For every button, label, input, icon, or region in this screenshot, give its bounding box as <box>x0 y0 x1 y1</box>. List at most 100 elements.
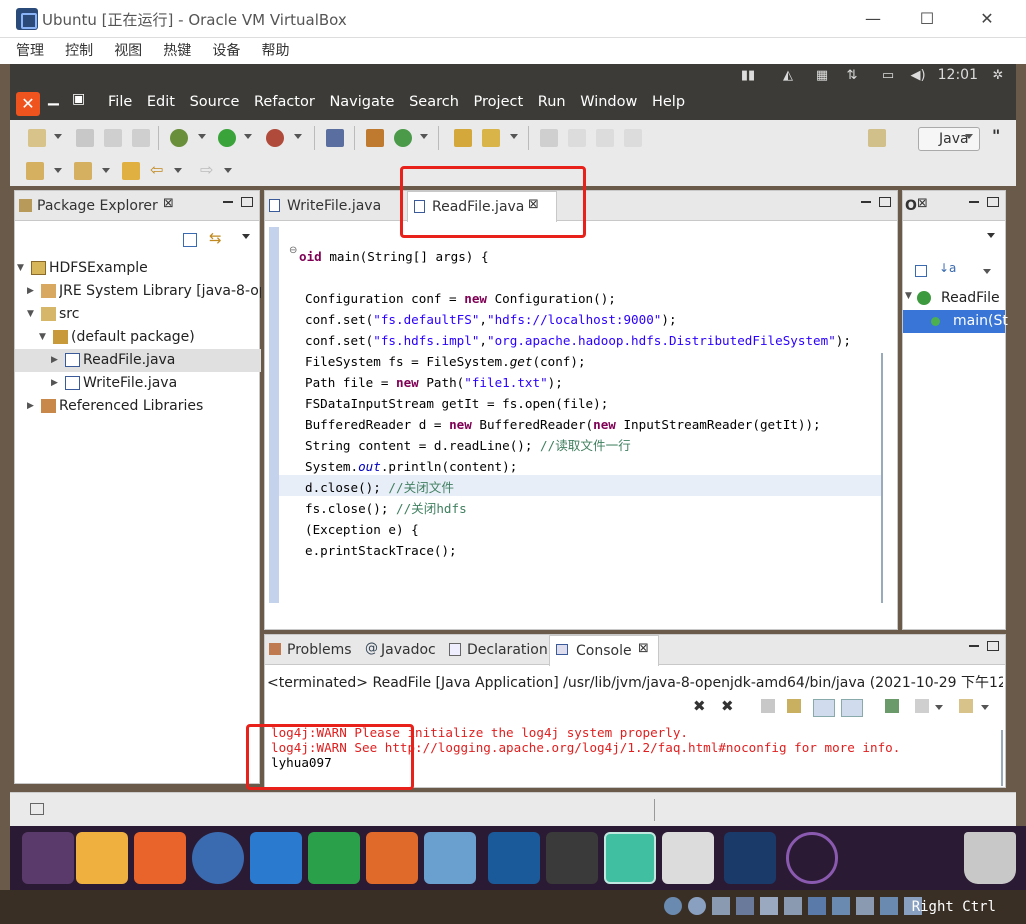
block-selection-icon[interactable] <box>596 129 614 147</box>
firefox-icon[interactable] <box>134 832 186 884</box>
open-console-icon[interactable] <box>959 699 973 713</box>
chevron-down-icon[interactable] <box>294 134 302 139</box>
files-icon[interactable] <box>76 832 128 884</box>
perspective-overflow-icon[interactable]: " <box>992 126 1000 145</box>
usb-icon[interactable] <box>760 897 778 915</box>
menu-file[interactable]: File <box>108 94 132 110</box>
minimize-view-icon[interactable] <box>861 201 871 203</box>
vbox-menu-item[interactable]: 控制 <box>65 38 93 64</box>
chromium-icon[interactable] <box>192 832 244 884</box>
menu-window[interactable]: Window <box>580 94 637 110</box>
battery-icon[interactable]: ▭ <box>876 68 900 84</box>
tree-item-project[interactable]: ▼ HDFSExample <box>15 257 261 280</box>
tree-item-referenced-libraries[interactable]: ▶ Referenced Libraries <box>15 395 261 418</box>
show-on-stderr-icon[interactable] <box>841 699 863 717</box>
vbox-menu-item[interactable]: 帮助 <box>261 38 289 64</box>
menu-edit[interactable]: Edit <box>147 94 175 110</box>
menu-help[interactable]: Help <box>652 94 685 110</box>
open-perspective-icon[interactable] <box>868 129 886 147</box>
terminate-icon[interactable]: ✖ <box>693 697 706 715</box>
outline-item-class[interactable]: ▼ ReadFile <box>903 287 1005 310</box>
new-java-project-icon[interactable] <box>366 129 384 147</box>
cpu-icon[interactable] <box>856 897 874 915</box>
volume-icon[interactable]: ◀) <box>910 68 926 84</box>
java-perspective-button[interactable]: Java <box>918 127 980 151</box>
tree-item-src[interactable]: ▼ src <box>15 303 261 326</box>
maximize-view-icon[interactable] <box>987 641 999 651</box>
tux-icon[interactable]: ◭ <box>780 68 796 84</box>
minimize-window-icon[interactable]: ▁ <box>48 90 59 106</box>
skip-breakpoints-icon[interactable] <box>326 129 344 147</box>
software-updater-icon[interactable] <box>604 832 656 884</box>
save-icon[interactable] <box>76 129 94 147</box>
libreoffice-writer-icon[interactable] <box>250 832 302 884</box>
optical-drive-icon[interactable] <box>688 897 706 915</box>
search-icon[interactable] <box>482 129 500 147</box>
previous-annotation-icon[interactable] <box>74 162 92 180</box>
maximize-icon[interactable]: ☐ <box>912 6 942 32</box>
tree-item-writefile[interactable]: ▶ WriteFile.java <box>15 372 261 395</box>
menu-refactor[interactable]: Refactor <box>254 94 315 110</box>
mouse-integration-icon[interactable] <box>880 897 898 915</box>
outline-item-method[interactable]: main(St <box>903 310 1008 333</box>
vbox-menu-item[interactable]: 设备 <box>212 38 240 64</box>
libreoffice-impress-icon[interactable] <box>366 832 418 884</box>
collapse-all-icon[interactable] <box>915 265 927 277</box>
trash-icon[interactable] <box>964 832 1016 884</box>
software-center-icon[interactable] <box>424 832 476 884</box>
new-java-class-icon[interactable] <box>394 129 412 147</box>
minimize-view-icon[interactable] <box>223 201 233 203</box>
chevron-down-icon[interactable] <box>54 134 62 139</box>
network-adapter-icon[interactable] <box>736 897 754 915</box>
open-type-icon[interactable] <box>454 129 472 147</box>
tab-javadoc[interactable]: Javadoc <box>381 642 436 658</box>
tree-item-default-package[interactable]: ▼ (default package) <box>15 326 261 349</box>
maximize-view-icon[interactable] <box>879 197 891 207</box>
panel-clock[interactable]: 12:01 <box>938 67 978 83</box>
view-menu-icon[interactable] <box>987 233 995 238</box>
chevron-down-icon[interactable] <box>54 168 62 173</box>
view-menu-icon[interactable] <box>242 234 250 239</box>
menu-search[interactable]: Search <box>409 94 459 110</box>
recording-icon[interactable] <box>832 897 850 915</box>
restore-window-icon[interactable]: ▣ <box>72 91 85 107</box>
eclipse-icon[interactable] <box>662 832 714 884</box>
workspace-switcher-icon[interactable] <box>724 832 776 884</box>
minimize-icon[interactable]: — <box>858 6 888 32</box>
chevron-down-icon[interactable] <box>244 134 252 139</box>
gear-icon[interactable]: ✲ <box>990 68 1006 84</box>
print-icon[interactable] <box>132 129 150 147</box>
vbox-menu-item[interactable]: 管理 <box>16 38 44 64</box>
close-tab-icon[interactable]: ⊠ <box>638 641 649 656</box>
tab-declaration[interactable]: Declaration <box>467 642 548 658</box>
last-edit-location-icon[interactable] <box>122 162 140 180</box>
tab-problems[interactable]: Problems <box>287 642 352 658</box>
package-explorer-tab[interactable]: Package Explorer <box>37 198 158 214</box>
chevron-down-icon[interactable] <box>965 134 973 139</box>
sort-icon[interactable]: ↓a <box>939 261 956 275</box>
run-icon[interactable] <box>218 129 236 147</box>
menu-run[interactable]: Run <box>538 94 566 110</box>
close-tab-icon[interactable]: ⊠ <box>917 196 928 211</box>
maximize-view-icon[interactable] <box>987 197 999 207</box>
chevron-down-icon[interactable] <box>420 134 428 139</box>
tab-writefile[interactable]: WriteFile.java <box>287 198 381 214</box>
chevron-down-icon[interactable] <box>224 168 232 173</box>
chevron-down-icon[interactable] <box>198 134 206 139</box>
back-arrow-icon[interactable]: ⇦ <box>150 160 163 179</box>
console-scrollbar[interactable] <box>1001 730 1003 786</box>
display-icon[interactable] <box>808 897 826 915</box>
updater-icon[interactable] <box>546 832 598 884</box>
keyboard-icon[interactable]: ▦ <box>814 68 830 84</box>
chevron-down-icon[interactable] <box>935 705 943 710</box>
network-icon[interactable]: ⇅ <box>844 68 860 84</box>
libreoffice-calc-icon[interactable] <box>308 832 360 884</box>
tree-item-readfile[interactable]: ▶ ReadFile.java <box>15 349 261 372</box>
chevron-down-icon[interactable] <box>510 134 518 139</box>
close-tab-icon[interactable]: ⊠ <box>163 196 174 211</box>
chevron-down-icon[interactable] <box>174 168 182 173</box>
minimize-view-icon[interactable] <box>969 201 979 203</box>
mark-occurrences-icon[interactable] <box>568 129 586 147</box>
next-annotation-icon[interactable] <box>26 162 44 180</box>
vscode-icon[interactable] <box>488 832 540 884</box>
